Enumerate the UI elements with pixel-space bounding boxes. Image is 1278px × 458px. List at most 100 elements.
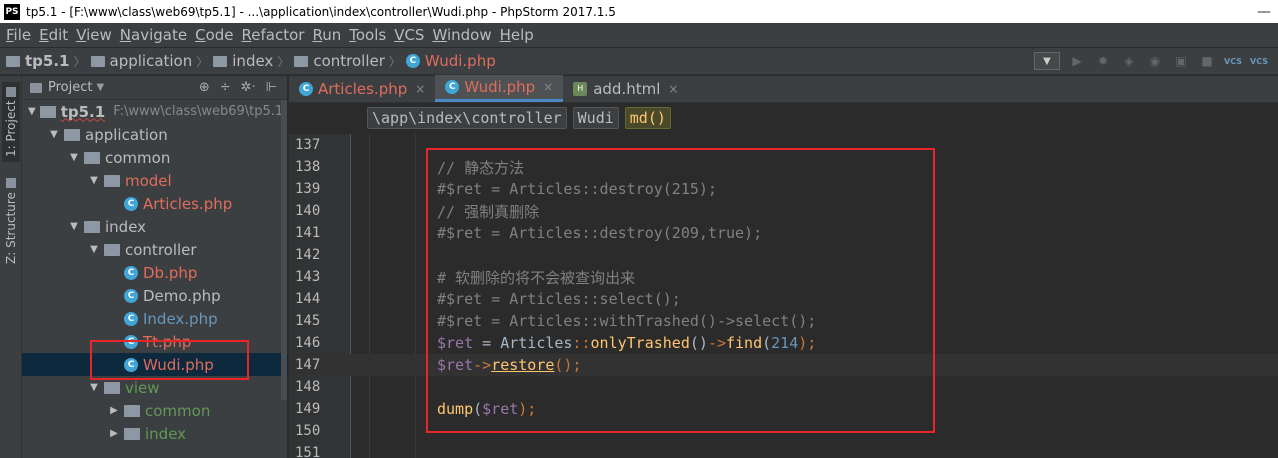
- navigation-bar: tp5.1 〉 application 〉 index 〉 controller 〉 C…: [0, 47, 1278, 75]
- tree-item-label: Db.php: [143, 263, 198, 282]
- chevron-down-icon[interactable]: ▼: [48, 129, 60, 140]
- tree-item-index-php[interactable]: C Index.php: [22, 307, 282, 330]
- sync-icon[interactable]: ⊕: [199, 80, 210, 95]
- collapse-all-icon[interactable]: ÷: [220, 80, 231, 95]
- run-icon[interactable]: ▶: [1068, 52, 1086, 70]
- code-line[interactable]: 149 dump($ret);: [289, 398, 1278, 420]
- code-line[interactable]: 143 # 软删除的将不会被查询出来: [289, 266, 1278, 288]
- code-area[interactable]: 137 138// 静态方法 139 #$ret = Articles::destro…: [289, 134, 1278, 458]
- close-icon[interactable]: ×: [543, 80, 553, 94]
- tree-item-demo-php[interactable]: C Demo.php: [22, 284, 282, 307]
- attach-icon[interactable]: ▣: [1172, 52, 1190, 70]
- menu-item-edit[interactable]: Edit: [35, 26, 72, 44]
- php-class-icon: C: [299, 81, 313, 96]
- menu-item-refactor[interactable]: Refactor: [238, 26, 309, 44]
- debug-icon[interactable]: ✸: [1094, 52, 1112, 70]
- tree-item-label: index: [145, 424, 187, 443]
- tree-item-label: common: [105, 148, 171, 167]
- line-number: 144: [295, 291, 321, 307]
- tree-item-index[interactable]: ▶ index: [22, 422, 282, 445]
- menu-item-vcs[interactable]: VCS: [390, 26, 428, 44]
- run-config-dropdown[interactable]: ▼: [1034, 52, 1060, 70]
- nav-crumb-project[interactable]: tp5.1 〉: [6, 52, 91, 70]
- breadcrumb-class[interactable]: Wudi: [572, 107, 619, 129]
- code-line[interactable]: 148: [289, 376, 1278, 398]
- chevron-down-icon[interactable]: ▼: [68, 221, 80, 232]
- chevron-down-icon[interactable]: ▼: [68, 152, 80, 163]
- close-icon[interactable]: ×: [668, 82, 678, 96]
- tree-item-model[interactable]: ▼ model: [22, 169, 282, 192]
- tree-item-wudi-php[interactable]: C Wudi.php: [22, 353, 288, 376]
- tree-item-view[interactable]: ▼ view: [22, 376, 282, 399]
- folder-icon: [6, 55, 20, 67]
- code-line[interactable]: 145 #$ret = Articles::withTrashed()->sele…: [289, 310, 1278, 332]
- tree-item-tt-php[interactable]: C Tt.php: [22, 330, 282, 353]
- chevron-right-icon[interactable]: ▶: [108, 428, 120, 439]
- profile-icon[interactable]: ◉: [1146, 52, 1164, 70]
- code-line[interactable]: 147 $ret->restore();: [289, 354, 1278, 376]
- breadcrumb-method[interactable]: md(): [624, 107, 671, 129]
- menu-item-run[interactable]: Run: [308, 26, 345, 44]
- coverage-icon[interactable]: ◈: [1120, 52, 1138, 70]
- nav-crumb-index[interactable]: index 〉: [213, 52, 294, 70]
- tree-item-label: model: [125, 171, 172, 190]
- vcs-update-icon[interactable]: VCS: [1224, 52, 1242, 70]
- nav-crumb-controller[interactable]: controller 〉: [294, 52, 406, 70]
- tree-item-common[interactable]: ▶ common: [22, 399, 282, 422]
- stop-icon[interactable]: ■: [1198, 52, 1216, 70]
- folder-icon: [104, 243, 120, 256]
- project-tool-tab[interactable]: 1: Project: [2, 82, 20, 162]
- folder-icon: [124, 404, 140, 417]
- menu-item-navigate[interactable]: Navigate: [116, 26, 191, 44]
- code-line[interactable]: 151: [289, 442, 1278, 458]
- code-line[interactable]: 140 // 强制真删除: [289, 200, 1278, 222]
- chevron-right-icon[interactable]: ▶: [108, 405, 120, 416]
- code-line[interactable]: 150: [289, 420, 1278, 442]
- editor-breadcrumbs: \app\index\controller Wudi md(): [289, 104, 1278, 132]
- close-icon[interactable]: ×: [415, 82, 425, 96]
- html-file-icon: H: [573, 81, 588, 96]
- code-line[interactable]: 142: [289, 244, 1278, 266]
- project-scrollbar[interactable]: [281, 100, 287, 400]
- chevron-down-icon[interactable]: ▼: [88, 175, 100, 186]
- nav-crumb-application[interactable]: application 〉: [90, 52, 214, 70]
- menu-item-view[interactable]: View: [72, 26, 116, 44]
- tree-item-index[interactable]: ▼ index: [22, 215, 282, 238]
- gear-icon[interactable]: ✲·: [241, 80, 256, 95]
- chevron-down-icon[interactable]: ▼: [96, 82, 104, 93]
- chevron-down-icon[interactable]: ▼: [88, 244, 100, 255]
- menu-item-help[interactable]: Help: [496, 26, 538, 44]
- tree-item-articles-php[interactable]: C Articles.php: [22, 192, 282, 215]
- tab-wudi-php[interactable]: C Wudi.php ×: [435, 75, 564, 102]
- tree-item-application[interactable]: ▼ application: [22, 123, 282, 146]
- structure-tool-tab[interactable]: Z: Structure: [2, 176, 20, 266]
- code-line[interactable]: 146 $ret = Articles::onlyTrashed()->find(…: [289, 332, 1278, 354]
- minimize-button[interactable]: —: [1250, 4, 1278, 20]
- tree-item-controller[interactable]: ▼ controller: [22, 238, 282, 261]
- tab-add-html[interactable]: H add.html ×: [563, 75, 688, 102]
- menu-item-code[interactable]: Code: [191, 26, 237, 44]
- code-line[interactable]: 137: [289, 134, 1278, 156]
- code-line[interactable]: 141 #$ret = Articles::destroy(209,true);: [289, 222, 1278, 244]
- code-text: // 静态方法: [437, 158, 525, 177]
- menu-item-window[interactable]: Window: [428, 26, 495, 44]
- folder-icon: [84, 151, 100, 164]
- nav-crumb-file[interactable]: C Wudi.php: [405, 52, 496, 70]
- tree-item-common[interactable]: ▼ common: [22, 146, 282, 169]
- vcs-commit-icon[interactable]: VCS: [1250, 52, 1268, 70]
- code-line[interactable]: 139 #$ret = Articles::destroy(215);: [289, 178, 1278, 200]
- chevron-down-icon[interactable]: ▼: [88, 382, 100, 393]
- code-line[interactable]: 138 // 静态方法: [289, 156, 1278, 178]
- menu-item-tools[interactable]: Tools: [345, 26, 390, 44]
- code-line[interactable]: 144 #$ret = Articles::select();: [289, 288, 1278, 310]
- hide-icon[interactable]: ⊩: [266, 80, 277, 95]
- php-class-icon: C: [405, 54, 420, 68]
- tree-item-label: controller: [125, 240, 197, 259]
- tab-articles-php[interactable]: C Articles.php ×: [289, 75, 435, 102]
- tree-item-tp5-1[interactable]: ▼ tp5.1 F:\www\class\web69\tp5.1: [22, 100, 282, 123]
- chevron-down-icon[interactable]: ▼: [28, 106, 36, 117]
- tree-item-db-php[interactable]: C Db.php: [22, 261, 282, 284]
- structure-icon: [6, 178, 16, 189]
- menu-item-file[interactable]: File: [2, 26, 35, 44]
- breadcrumb-namespace[interactable]: \app\index\controller: [367, 107, 567, 129]
